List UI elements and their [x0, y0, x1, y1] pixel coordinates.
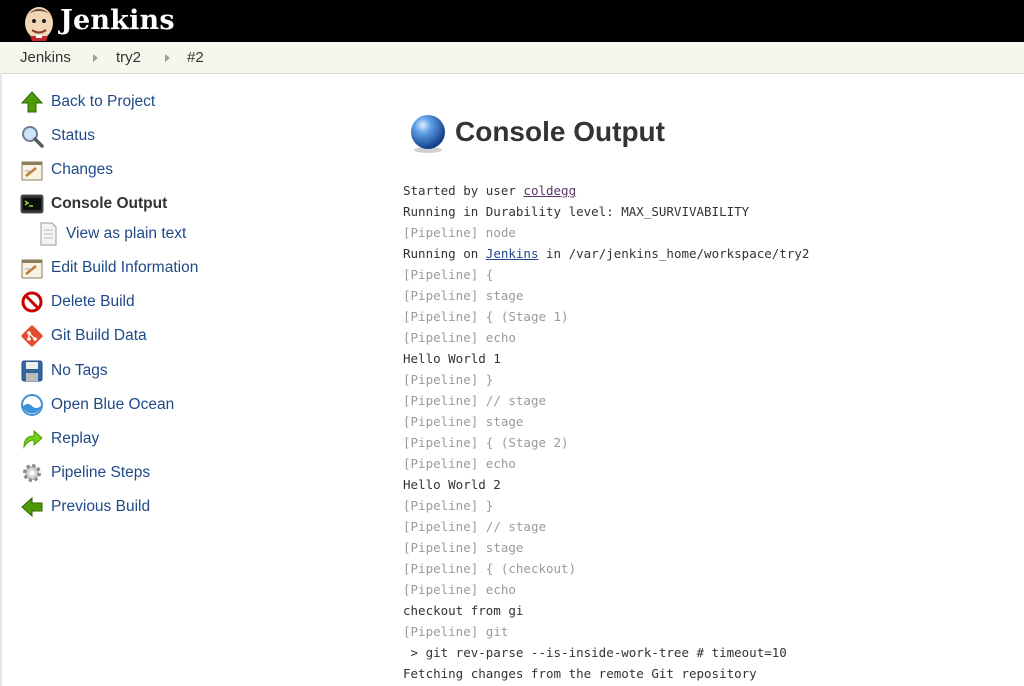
- console-line: [Pipeline] echo: [403, 330, 516, 345]
- sidebar-item-label: View as plain text: [66, 225, 187, 242]
- sidebar-item-label: Git Build Data: [51, 327, 147, 344]
- floppy-disk-icon: [21, 360, 43, 382]
- console-line: [Pipeline] { (Stage 1): [403, 309, 569, 324]
- sidebar-item-label: Delete Build: [51, 293, 135, 310]
- page-title: Console Output: [455, 116, 665, 147]
- sidebar-item-label: Edit Build Information: [51, 259, 199, 276]
- no-entry-icon: [21, 291, 43, 313]
- console-line: [Pipeline] }: [403, 498, 494, 513]
- sidebar-item-label: Previous Build: [51, 498, 151, 515]
- git-icon: [21, 325, 43, 347]
- blue-ball-icon: [411, 115, 445, 153]
- console-line: [Pipeline] git: [403, 624, 509, 639]
- console-line: [Pipeline] // stage: [403, 519, 546, 534]
- gear-icon: [23, 464, 41, 482]
- console-line: [Pipeline] { (Stage 2): [403, 435, 569, 450]
- sidebar-item-label: Pipeline Steps: [51, 464, 151, 481]
- sidebar-item-label: Back to Project: [51, 93, 156, 110]
- terminal-icon: [20, 194, 44, 214]
- sidebar-item-label: Replay: [51, 430, 100, 447]
- console-line: [Pipeline] echo: [403, 456, 516, 471]
- breadcrumb-chevron-icon[interactable]: [165, 54, 170, 62]
- console-line: Started by user coldegg: [403, 183, 577, 198]
- jenkins-logo-icon[interactable]: [20, 3, 58, 41]
- breadcrumb-jenkins[interactable]: Jenkins: [20, 42, 71, 73]
- top-header: Jenkins: [0, 0, 1024, 42]
- document-icon: [40, 222, 57, 246]
- console-line: [Pipeline] stage: [403, 288, 524, 303]
- console-line: [Pipeline] echo: [403, 582, 516, 597]
- console-line: checkout from gi: [403, 603, 524, 618]
- console-line: [Pipeline] // stage: [403, 393, 546, 408]
- console-line: Hello World 2: [403, 477, 501, 492]
- console-line: Running on Jenkins in /var/jenkins_home/…: [403, 246, 810, 261]
- console-output: Started by user coldegg Running in Durab…: [403, 180, 1013, 684]
- console-line: Running in Durability level: MAX_SURVIVA…: [403, 204, 750, 219]
- notepad-icon: [21, 161, 43, 181]
- console-line: [Pipeline] stage: [403, 540, 524, 555]
- console-line: [Pipeline] node: [403, 225, 516, 240]
- magnifier-icon: [22, 126, 44, 148]
- console-line: [Pipeline] {: [403, 267, 494, 282]
- breadcrumb-chevron-icon[interactable]: [93, 54, 98, 62]
- console-line: Hello World 1: [403, 351, 501, 366]
- sidebar-tasks: Back to Project Status Changes Console O…: [0, 73, 260, 686]
- left-arrow-icon: [21, 496, 43, 518]
- breadcrumb: Jenkins try2 #2: [0, 42, 1024, 74]
- console-line: [Pipeline] }: [403, 372, 494, 387]
- console-line: Fetching changes from the remote Git rep…: [403, 666, 757, 681]
- up-arrow-icon: [20, 91, 44, 113]
- notepad-pencil-icon: [21, 259, 43, 279]
- console-line: > git rev-parse --is-inside-work-tree # …: [403, 645, 787, 660]
- sidebar-item-label: Status: [51, 127, 95, 144]
- user-link[interactable]: coldegg: [523, 183, 576, 198]
- breadcrumb-try2[interactable]: try2: [116, 42, 141, 73]
- console-line: [Pipeline] { (checkout): [403, 561, 577, 576]
- console-line: [Pipeline] stage: [403, 414, 524, 429]
- sidebar-item-label: Open Blue Ocean: [51, 396, 175, 413]
- sidebar-item-label: Console Output: [51, 195, 168, 212]
- node-link[interactable]: Jenkins: [486, 246, 539, 261]
- replay-arrow-icon: [23, 429, 43, 449]
- blue-ocean-icon: [21, 394, 43, 416]
- breadcrumb-build-2[interactable]: #2: [187, 42, 204, 73]
- brand-name[interactable]: Jenkins: [60, 2, 175, 40]
- sidebar-item-label: Changes: [51, 161, 114, 178]
- sidebar-item-label: No Tags: [51, 362, 108, 379]
